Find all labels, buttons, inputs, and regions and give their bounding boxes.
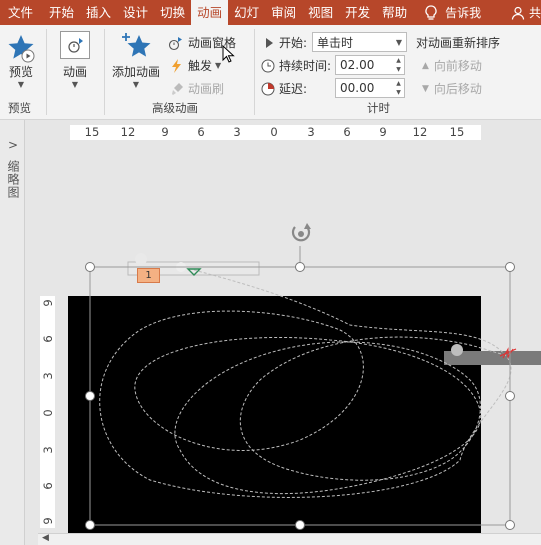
tab-developer[interactable]: 开发 [339, 0, 376, 25]
person-icon [511, 6, 525, 20]
animation-pane-icon [168, 36, 182, 50]
delay-row: 延迟: [261, 80, 307, 97]
duration-label: 持续时间: [279, 59, 332, 73]
animation-order-badge[interactable]: 1 [137, 268, 160, 283]
duration-row: 持续时间: [261, 57, 331, 74]
duration-spinner[interactable]: ▲ ▼ [393, 56, 404, 74]
triangle-up-icon: ▲ [422, 60, 429, 71]
tell-me-box[interactable]: 告诉我 [425, 4, 481, 21]
spin-down-icon: ▼ [396, 66, 401, 73]
preview-label: 预览 [8, 65, 33, 79]
delay-spinner[interactable]: ▲ ▼ [393, 79, 404, 97]
delay-label: 延迟: [279, 82, 308, 96]
chevron-down-icon: ▼ [215, 61, 222, 70]
triangle-down-icon: ▼ [422, 83, 429, 94]
selection-overlay [85, 223, 541, 530]
duration-value: 02.00 [340, 58, 375, 72]
ribbon: 预览 ▼ 预览 动画 ▼ 添加动画 ▼ 动画窗格 触发 ▼ 动画刷 高级动画 开… [0, 25, 541, 120]
rotate-handle-icon[interactable] [291, 223, 311, 242]
add-animation-label: 添加动画 [112, 65, 161, 79]
lightning-icon [172, 58, 181, 73]
star-play-icon [8, 35, 35, 63]
preview-button[interactable]: 预览 ▼ [6, 33, 36, 89]
move-later-label: 向后移动 [433, 82, 482, 96]
tab-animations[interactable]: 动画 [191, 0, 229, 25]
scroll-left-icon[interactable]: ◀ [42, 533, 49, 543]
brush-icon [172, 82, 183, 95]
start-select[interactable]: 单击时 ▼ [312, 32, 407, 52]
resize-handle[interactable] [505, 391, 515, 401]
trigger-button[interactable]: 触发 ▼ [170, 57, 221, 74]
resize-handle[interactable] [505, 520, 515, 530]
resize-handle[interactable] [505, 262, 515, 272]
reorder-title: 对动画重新排序 [416, 36, 501, 50]
tell-me-label: 告诉我 [445, 6, 482, 20]
powerpoint-window: 文件 开始 插入 设计 切换 动画 幻灯 审阅 视图 开发 帮助 告诉我 共 预… [0, 0, 541, 545]
clock-icon [261, 59, 275, 72]
group-label-timing: 计时 [367, 101, 390, 115]
ribbon-tab-bar: 文件 开始 插入 设计 切换 动画 幻灯 审阅 视图 开发 帮助 告诉我 共 [0, 0, 541, 25]
animation-styles-button[interactable]: 动画 ▼ [60, 31, 90, 89]
motion-path[interactable] [99, 269, 512, 498]
tab-home[interactable]: 开始 [43, 0, 80, 25]
tab-help[interactable]: 帮助 [376, 0, 413, 25]
group-divider [254, 29, 255, 115]
resize-handle[interactable] [295, 262, 305, 272]
duration-input[interactable]: 02.00 ▲ ▼ [335, 55, 405, 75]
group-divider [104, 29, 105, 115]
tab-insert[interactable]: 插入 [80, 0, 117, 25]
start-row: 开始: [263, 34, 307, 51]
selection-box [89, 266, 511, 526]
trigger-label: 触发 [188, 59, 213, 73]
group-label-preview: 预览 [8, 101, 31, 115]
chevron-down-icon: ▼ [71, 80, 79, 89]
chevron-down-icon: ▼ [395, 37, 402, 47]
editing-workspace: > 缩略图 15 12 9 6 3 0 3 6 9 12 15 9 6 3 0 … [0, 120, 541, 545]
group-label-advanced: 高级动画 [152, 101, 198, 115]
tab-file[interactable]: 文件 [0, 0, 43, 25]
delay-clock-icon [261, 82, 275, 95]
animation-painter-label: 动画刷 [188, 82, 225, 96]
move-earlier-label: 向前移动 [433, 59, 482, 73]
group-divider [46, 29, 47, 115]
mouse-cursor-icon [222, 45, 235, 63]
delay-value: 00.00 [340, 81, 375, 95]
motion-start-shadow [135, 253, 147, 265]
spin-up-icon: ▲ [396, 80, 401, 87]
spin-down-icon: ▼ [396, 89, 401, 96]
tab-view[interactable]: 视图 [302, 0, 339, 25]
chevron-down-icon: ▼ [17, 80, 25, 89]
spin-up-icon: ▲ [396, 57, 401, 64]
tab-slideshow[interactable]: 幻灯 [228, 0, 265, 25]
lightbulb-icon [425, 4, 437, 20]
add-animation-button[interactable]: 添加动画 ▼ [112, 31, 160, 89]
animation-label: 动画 [62, 65, 87, 79]
add-star-icon [122, 33, 151, 57]
start-label: 开始: [279, 36, 308, 50]
tab-transitions[interactable]: 切换 [154, 0, 191, 25]
horizontal-scrollbar[interactable]: ◀ [38, 533, 541, 545]
start-value: 单击时 [317, 35, 354, 50]
share-label: 共 [528, 6, 541, 20]
move-later-button[interactable]: ▼ 向后移动 [422, 80, 482, 97]
resize-handle[interactable] [295, 520, 305, 530]
play-icon [266, 37, 273, 48]
motion-end-shadow [451, 344, 463, 356]
tab-review[interactable]: 审阅 [265, 0, 302, 25]
chevron-down-icon: ▼ [132, 80, 140, 89]
animation-gallery-icon [60, 31, 90, 59]
animation-painter-button[interactable]: 动画刷 [170, 80, 224, 97]
move-earlier-button[interactable]: ▲ 向前移动 [422, 57, 482, 74]
resize-handle[interactable] [85, 520, 95, 530]
delay-input[interactable]: 00.00 ▲ ▼ [335, 78, 405, 98]
resize-handle[interactable] [85, 262, 95, 272]
resize-handle[interactable] [85, 391, 95, 401]
tab-design[interactable]: 设计 [117, 0, 154, 25]
share-button[interactable]: 共 [511, 4, 541, 21]
